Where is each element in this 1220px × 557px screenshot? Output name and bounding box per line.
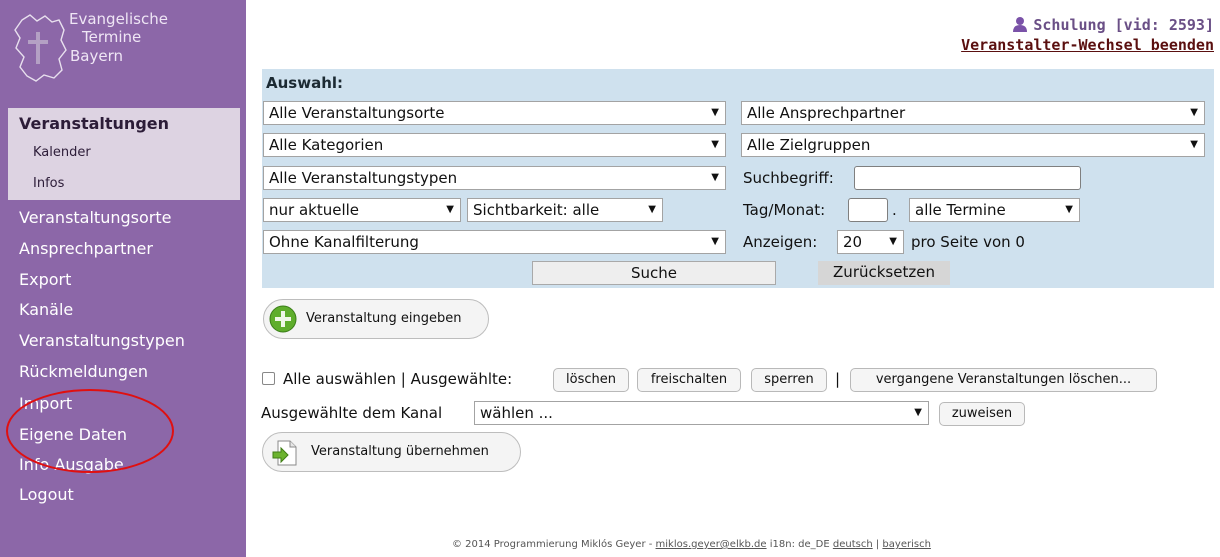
- footer: © 2014 Programmierung Miklós Geyer - mik…: [452, 539, 931, 550]
- location-select-value: Alle Veranstaltungsorte: [269, 104, 445, 122]
- take-over-event-button[interactable]: Veranstaltung übernehmen: [262, 432, 521, 472]
- delete-past-events-button[interactable]: vergangene Veranstaltungen löschen...: [850, 368, 1157, 392]
- chevron-down-icon: ▼: [648, 204, 656, 215]
- per-page-suffix: pro Seite von 0: [911, 233, 1025, 251]
- current-select[interactable]: nur aktuelle ▼: [263, 198, 461, 222]
- channel-assign-select-value: wählen ...: [480, 404, 553, 422]
- day-month-input[interactable]: [848, 198, 888, 222]
- location-select[interactable]: Alle Veranstaltungsorte ▼: [263, 101, 726, 125]
- logo-line-2: Termine: [82, 28, 142, 46]
- sidebar-item-veranstaltungen[interactable]: Veranstaltungen: [19, 114, 169, 133]
- sidebar-item-info-ausgabe[interactable]: Info Ausgabe: [19, 455, 124, 474]
- sidebar-item-import[interactable]: Import: [19, 394, 72, 413]
- assign-button[interactable]: zuweisen: [939, 402, 1025, 426]
- end-switch-link[interactable]: Veranstalter-Wechsel beenden: [961, 36, 1214, 54]
- footer-i18n: i18n: de_DE: [769, 539, 830, 550]
- footer-copyright: © 2014 Programmierung Miklós Geyer -: [452, 539, 653, 550]
- import-document-icon: [272, 440, 297, 466]
- logo-line-3: Bayern: [70, 47, 123, 65]
- chevron-down-icon: ▼: [914, 407, 922, 418]
- sidebar-item-logout[interactable]: Logout: [19, 485, 74, 504]
- current-select-value: nur aktuelle: [269, 201, 360, 219]
- select-all-checkbox[interactable]: [262, 372, 275, 385]
- sidebar-item-rueckmeldungen[interactable]: Rückmeldungen: [19, 362, 148, 381]
- search-label: Suchbegriff:: [743, 169, 834, 187]
- add-event-label: Veranstaltung eingeben: [306, 311, 462, 326]
- channel-filter-select[interactable]: Ohne Kanalfilterung ▼: [263, 230, 726, 254]
- show-label: Anzeigen:: [743, 233, 818, 251]
- sidebar-item-veranstaltungsorte[interactable]: Veranstaltungsorte: [19, 208, 171, 227]
- search-button[interactable]: Suche: [532, 261, 776, 285]
- visibility-select[interactable]: Sichtbarkeit: alle ▼: [467, 198, 663, 222]
- sidebar-item-veranstaltungstypen[interactable]: Veranstaltungstypen: [19, 331, 185, 350]
- footer-email-link[interactable]: miklos.geyer@elkb.de: [656, 539, 767, 550]
- day-month-separator: .: [892, 201, 897, 219]
- channel-assign-select[interactable]: wählen ... ▼: [474, 401, 929, 425]
- dates-select-value: alle Termine: [915, 201, 1006, 219]
- take-over-event-label: Veranstaltung übernehmen: [311, 444, 489, 459]
- sidebar-item-eigene-daten[interactable]: Eigene Daten: [19, 425, 127, 444]
- filter-title: Auswahl:: [266, 74, 344, 92]
- chevron-down-icon: ▼: [711, 107, 719, 118]
- sidebar: Evangelische Termine Bayern Veranstaltun…: [0, 0, 246, 557]
- dates-select[interactable]: alle Termine ▼: [909, 198, 1080, 222]
- day-month-label: Tag/Monat:: [743, 201, 826, 219]
- per-page-select-value: 20: [843, 233, 863, 251]
- chevron-down-icon: ▼: [1190, 107, 1198, 118]
- visibility-select-value: Sichtbarkeit: alle: [473, 201, 600, 219]
- user-icon: [1013, 17, 1028, 32]
- channel-filter-select-value: Ohne Kanalfilterung: [269, 233, 419, 251]
- sidebar-item-ansprechpartner[interactable]: Ansprechpartner: [19, 239, 153, 258]
- logo[interactable]: Evangelische Termine Bayern: [12, 10, 192, 90]
- logo-line-1: Evangelische: [69, 10, 168, 28]
- target-group-select-value: Alle Zielgruppen: [747, 136, 871, 154]
- select-all-label: Alle auswählen | Ausgewählte:: [283, 370, 513, 388]
- chevron-down-icon: ▼: [711, 139, 719, 150]
- lock-button[interactable]: sperren: [751, 368, 827, 392]
- bavaria-map-icon: [14, 14, 67, 82]
- assign-channel-label: Ausgewählte dem Kanal: [261, 404, 443, 422]
- type-select-value: Alle Veranstaltungstypen: [269, 169, 458, 187]
- sidebar-subitem-infos[interactable]: Infos: [33, 176, 64, 191]
- footer-lang-deutsch[interactable]: deutsch: [833, 539, 873, 550]
- reset-button[interactable]: Zurücksetzen: [818, 261, 950, 285]
- add-event-button[interactable]: Veranstaltung eingeben: [263, 299, 489, 339]
- sidebar-subitem-kalender[interactable]: Kalender: [33, 145, 91, 160]
- footer-lang-separator: |: [875, 539, 880, 550]
- target-group-select[interactable]: Alle Zielgruppen ▼: [741, 133, 1205, 157]
- unlock-button[interactable]: freischalten: [637, 368, 741, 392]
- category-select-value: Alle Kategorien: [269, 136, 384, 154]
- per-page-select[interactable]: 20 ▼: [837, 230, 904, 254]
- chevron-down-icon: ▼: [711, 172, 719, 183]
- add-icon: [269, 305, 297, 333]
- chevron-down-icon: ▼: [889, 236, 897, 247]
- chevron-down-icon: ▼: [711, 236, 719, 247]
- category-select[interactable]: Alle Kategorien ▼: [263, 133, 726, 157]
- user-info: Schulung [vid: 2593] Veranstalter-Wechse…: [961, 16, 1214, 54]
- contact-select-value: Alle Ansprechpartner: [747, 104, 906, 122]
- footer-lang-bayerisch[interactable]: bayerisch: [882, 539, 930, 550]
- chevron-down-icon: ▼: [1190, 139, 1198, 150]
- type-select[interactable]: Alle Veranstaltungstypen ▼: [263, 166, 726, 190]
- actions-separator: |: [835, 370, 841, 388]
- search-input[interactable]: [854, 166, 1081, 190]
- user-line: Schulung [vid: 2593]: [961, 16, 1214, 34]
- sidebar-item-kanaele[interactable]: Kanäle: [19, 300, 73, 319]
- user-label: Schulung [vid: 2593]: [1033, 16, 1214, 34]
- chevron-down-icon: ▼: [446, 204, 454, 215]
- delete-button[interactable]: löschen: [553, 368, 629, 392]
- contact-select[interactable]: Alle Ansprechpartner ▼: [741, 101, 1205, 125]
- sidebar-item-export[interactable]: Export: [19, 270, 71, 289]
- chevron-down-icon: ▼: [1065, 204, 1073, 215]
